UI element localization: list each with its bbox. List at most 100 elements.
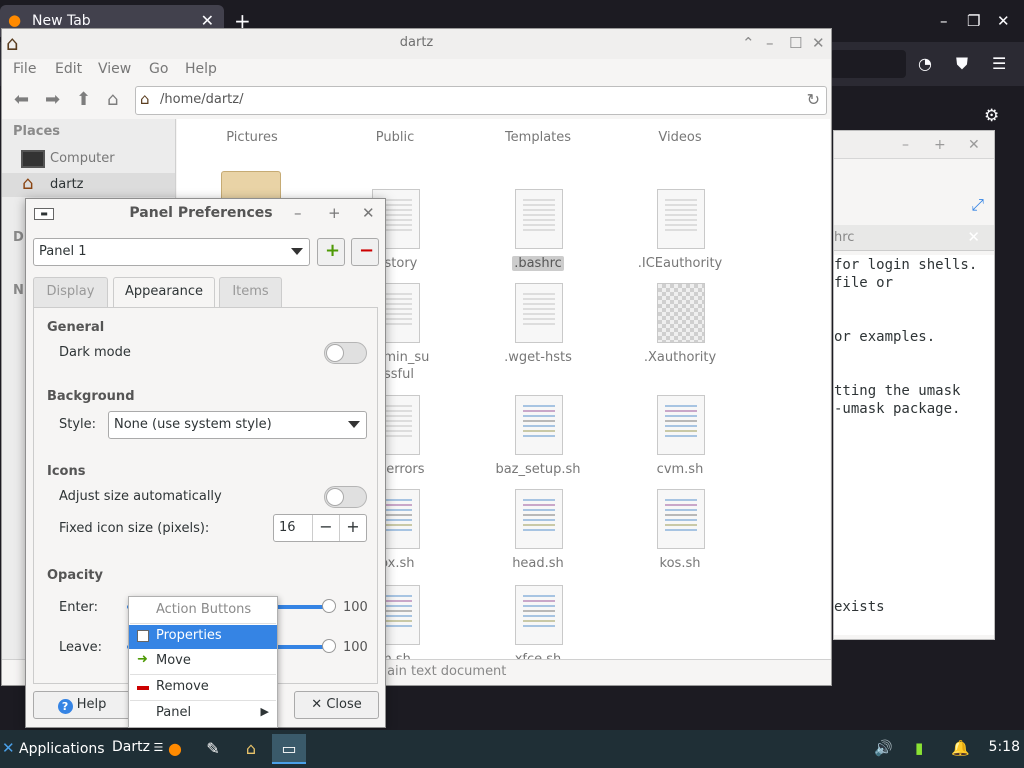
increment-button[interactable]: + [339,515,366,541]
remove-panel-button[interactable]: − [351,238,379,266]
menu-icon[interactable]: ☰ [992,54,1006,73]
menu-go[interactable]: Go [149,61,168,77]
browser-url-bar[interactable] [830,50,906,78]
folder-label-pictures[interactable]: Pictures [192,130,312,145]
file-name: .bashrc [478,255,598,272]
chevron-up-icon[interactable]: ⌃ [742,34,755,52]
text-line: tting the umask [834,383,961,399]
enter-opacity-value: 100 [343,600,368,615]
background-style-select[interactable]: None (use system style) [108,411,367,439]
close-icon[interactable]: ✕ [812,34,825,52]
xfce-icon: ✕ [2,739,15,757]
file-name: head.sh [478,555,598,572]
reload-icon[interactable]: ↻ [807,90,820,109]
tab-appearance[interactable]: Appearance [113,277,215,308]
sidebar-item-label: dartz [50,177,84,192]
close-icon[interactable]: ✕ [362,204,375,222]
firefox-launcher[interactable]: ● [158,734,192,764]
menu-separator [130,700,276,701]
fm-titlebar: ⌂ dartz ⌃ – ☐ ✕ [2,29,831,59]
folder-label-videos[interactable]: Videos [620,130,740,145]
menu-view[interactable]: View [98,61,131,77]
close-icon: ✕ [311,697,323,712]
menu-item-label: Panel [156,705,192,720]
file-name: .wget-hsts [478,349,598,366]
forward-icon[interactable]: ➡ [45,89,60,110]
home-icon[interactable]: ⌂ [107,89,118,110]
sidebar-item-computer[interactable]: Computer [2,147,175,171]
window-buttons-dartz[interactable]: Dartz ☰ [112,739,163,755]
battery-icon[interactable]: ▮ [915,739,923,757]
close-browser-button[interactable]: ✕ [997,12,1010,30]
slider-thumb[interactable] [322,599,336,613]
leave-opacity-value: 100 [343,640,368,655]
menu-item-panel[interactable]: Panel ▶ [129,702,277,726]
gear-icon[interactable]: ⚙ [984,106,999,126]
slider-thumb[interactable] [322,639,336,653]
minimize-browser-button[interactable]: – [940,12,948,30]
menu-item-move[interactable]: ➜ Move [129,650,277,674]
icon-size-spinner[interactable]: 16 − + [273,514,367,542]
editor-tab[interactable]: hrc ✕ [834,225,994,251]
tab-items[interactable]: Items [219,277,282,307]
home-icon: ⌂ [245,739,257,758]
menu-edit[interactable]: Edit [55,61,82,77]
switch-knob [326,344,344,362]
text-line: file or [834,275,894,291]
general-section-title: General [47,320,105,335]
adjust-size-switch[interactable] [324,486,367,508]
text-editor-launcher[interactable]: ✎ [196,734,230,764]
volume-icon[interactable]: 🔊 [874,739,893,757]
enter-opacity-label: Enter: [59,600,99,615]
close-icon[interactable]: ✕ [968,137,980,153]
up-icon[interactable]: ⬆ [76,89,91,110]
location-bar[interactable]: ⌂ /home/dartz/ ↻ [135,86,827,115]
notification-bell-icon[interactable]: 🔔 [951,739,970,757]
file-manager-launcher[interactable]: ⌂ [234,734,268,764]
maximize-browser-button[interactable]: ❐ [967,12,980,30]
adjust-size-label: Adjust size automatically [59,489,222,504]
menu-item-remove[interactable]: Remove [129,676,277,700]
panel-prefs-window-button[interactable]: ▭ [272,734,306,764]
folder-label-templates[interactable]: Templates [478,130,598,145]
fm-menubar: File Edit View Go Help [2,59,831,83]
folder-label-public[interactable]: Public [335,130,455,145]
move-arrow-icon: ➜ [137,652,148,667]
add-panel-button[interactable]: + [317,238,345,266]
minimize-icon[interactable]: – [902,137,909,153]
menu-item-properties[interactable]: Properties [129,625,277,649]
clock[interactable]: 5:18 [989,739,1020,755]
fullscreen-icon[interactable]: ⤢ [971,195,984,215]
panel-select-value: Panel 1 [39,244,87,259]
sidebar-item-dartz[interactable]: ⌂ dartz [2,173,175,197]
menu-file[interactable]: File [13,61,36,77]
incognito-icon[interactable]: ◔ [918,54,932,73]
file-name-text: .wget-hsts [504,350,572,365]
file-name-text: xfce.sh [515,652,562,659]
help-button[interactable]: ? Help [33,691,131,719]
minimize-icon[interactable]: – [294,204,302,222]
sidebar-item-label: Computer [50,151,115,166]
close-tab-icon[interactable]: ✕ [967,228,980,246]
menu-help[interactable]: Help [185,61,217,77]
icon-size-value[interactable]: 16 [279,520,296,535]
close-button[interactable]: ✕ Close [294,691,379,719]
minimize-icon[interactable]: – [766,34,774,52]
file-name: .Xauthority [620,349,740,366]
applications-menu[interactable]: ✕ Applications [2,739,105,757]
maximize-icon[interactable]: + [328,204,341,222]
back-icon[interactable]: ⬅ [14,89,29,110]
notepad-icon: ✎ [206,739,220,758]
file-name: .ICEauthority [620,255,740,272]
panel-select[interactable]: Panel 1 [33,238,310,266]
opacity-section-title: Opacity [47,568,103,583]
decrement-button[interactable]: − [312,515,339,541]
maximize-icon[interactable]: + [934,137,946,153]
editor-tab-name: hrc [834,230,855,245]
maximize-icon[interactable]: ☐ [789,34,802,52]
dark-mode-switch[interactable] [324,342,367,364]
editor-text-area[interactable]: for login shells. file or or examples. t… [834,255,994,635]
ublock-icon[interactable]: ⛊ [956,54,968,74]
file-icon [515,585,563,645]
tab-display[interactable]: Display [33,277,108,307]
